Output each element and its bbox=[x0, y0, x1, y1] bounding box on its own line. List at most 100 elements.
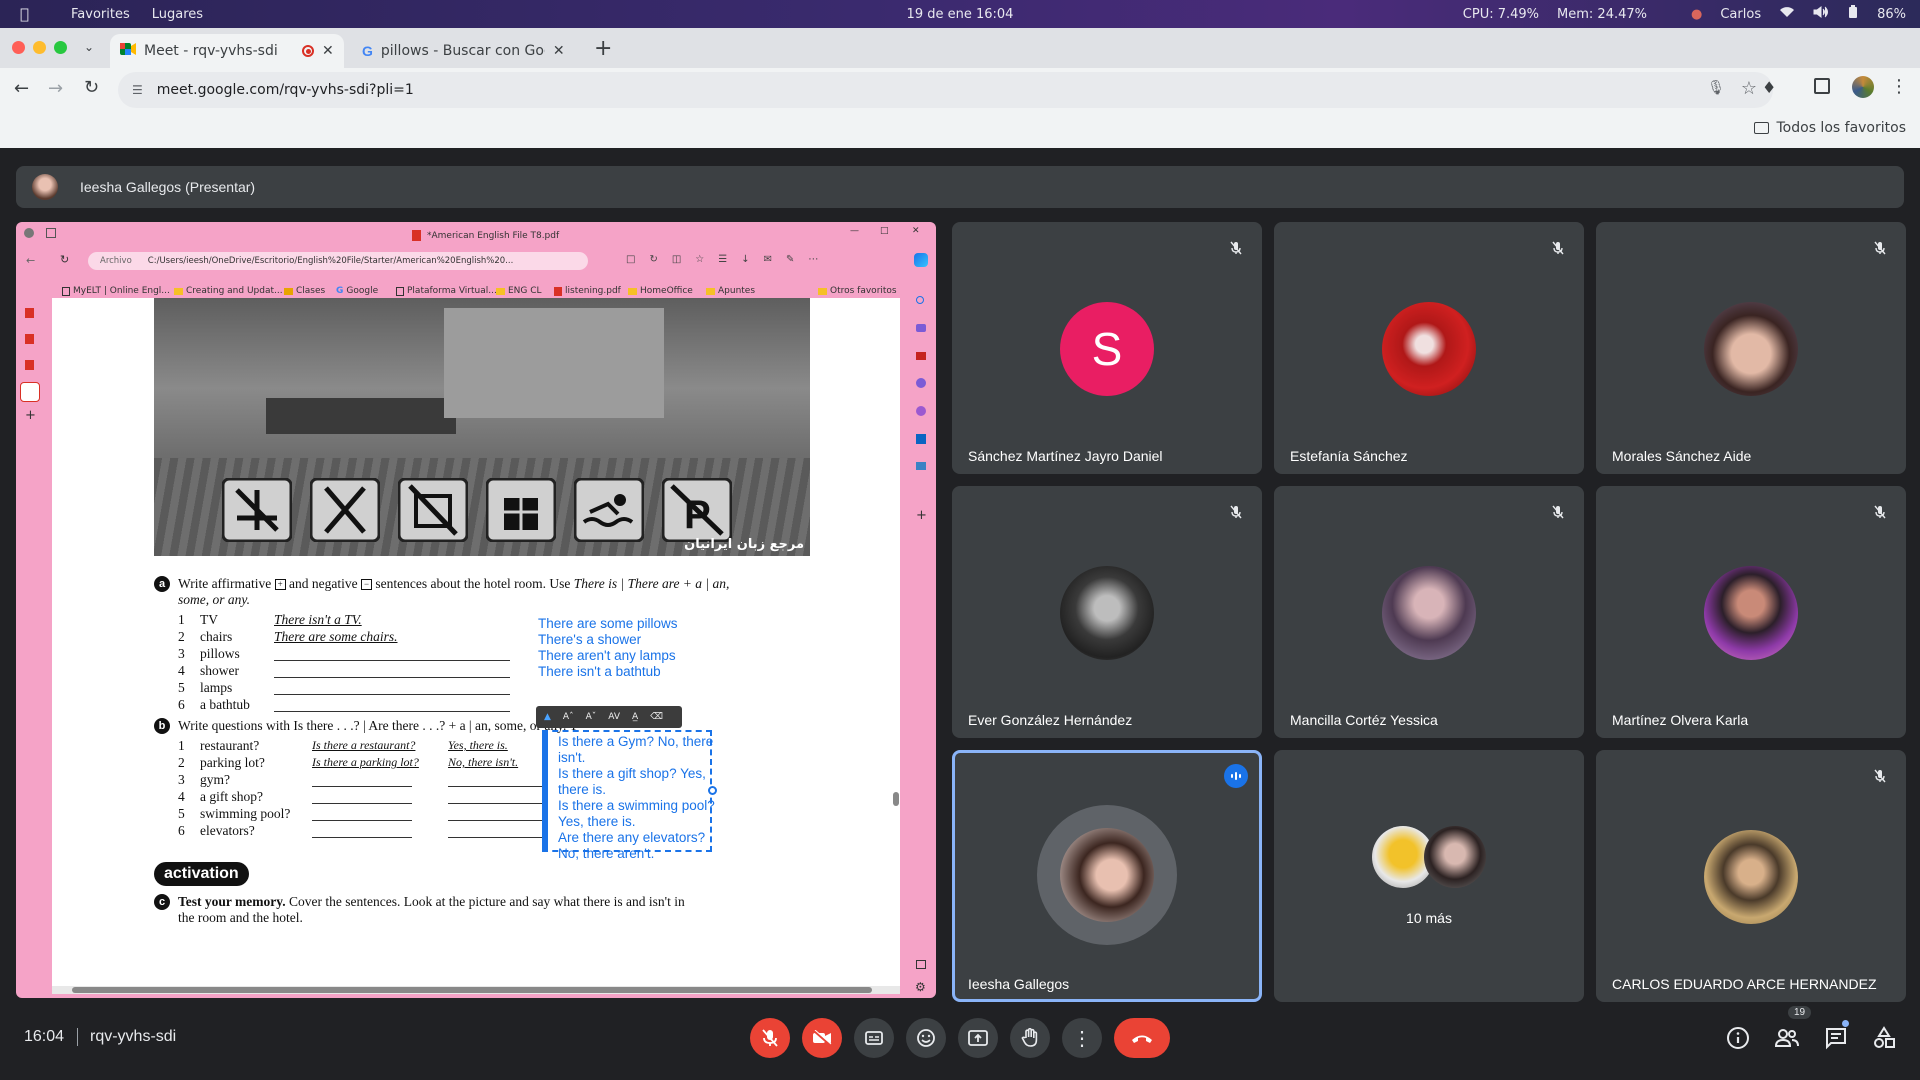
participant-tile[interactable]: Martínez Olvera Karla bbox=[1596, 486, 1906, 738]
maximize-window-button[interactable] bbox=[54, 41, 67, 54]
chat-icon bbox=[1826, 1028, 1846, 1050]
item-answer: Yes, there is. bbox=[448, 738, 508, 752]
add-icon: + bbox=[25, 408, 36, 423]
typed-line: Is there a swimming pool? bbox=[558, 798, 715, 813]
people-button[interactable]: 19 bbox=[1774, 1006, 1812, 1055]
instruction-part: sentences about the hotel room. Use bbox=[375, 576, 571, 591]
scroll-thumb[interactable] bbox=[893, 792, 899, 806]
reload-icon: ↻ bbox=[60, 253, 70, 266]
typed-line: Is there a gift shop? Yes, bbox=[558, 766, 706, 781]
activities-button[interactable] bbox=[1872, 1026, 1896, 1055]
reload-icon[interactable]: ↻ bbox=[84, 77, 99, 98]
participant-tile-speaking[interactable]: Ieesha Gallegos bbox=[952, 750, 1262, 1002]
item-number: 2 bbox=[178, 755, 185, 770]
raise-hand-button[interactable] bbox=[1010, 1018, 1050, 1058]
side-panel-icon[interactable] bbox=[1814, 78, 1830, 94]
volume-icon[interactable] bbox=[1813, 6, 1829, 22]
info-icon bbox=[1727, 1027, 1749, 1049]
exercise-a-letter: a bbox=[154, 576, 170, 592]
typed-line: No, there aren't. bbox=[558, 846, 655, 861]
all-bookmarks-label: Todos los favoritos bbox=[1776, 120, 1907, 136]
answer-line bbox=[312, 820, 412, 821]
microphone-icon[interactable]: 🎙 bbox=[1707, 80, 1725, 96]
participant-tile[interactable]: S Sánchez Martínez Jayro Daniel bbox=[952, 222, 1262, 474]
close-window-button[interactable] bbox=[12, 41, 25, 54]
bm-2-label: Clases bbox=[296, 286, 326, 296]
user-name[interactable]: Carlos bbox=[1720, 7, 1761, 22]
bookmark-star-icon[interactable]: ☆ bbox=[1741, 78, 1757, 99]
wifi-icon[interactable] bbox=[1779, 6, 1795, 22]
tab-meet[interactable]: Meet - rqv-yvhs-sdi ✕ bbox=[110, 34, 344, 68]
avatar bbox=[1704, 830, 1798, 924]
new-tab-button[interactable]: + bbox=[594, 36, 612, 61]
font-size-up-icon[interactable]: Aˆ bbox=[563, 712, 574, 722]
people-icon bbox=[916, 378, 926, 388]
back-icon[interactable]: ← bbox=[14, 78, 29, 99]
highlight-icon[interactable]: ▲ bbox=[544, 712, 551, 722]
hand-icon bbox=[1021, 1028, 1038, 1047]
avatar bbox=[1704, 566, 1798, 660]
meeting-details-button[interactable] bbox=[1726, 1026, 1750, 1055]
extensions-icon[interactable]: ♦ bbox=[1762, 78, 1776, 97]
instruction-part: There is | There are + a | an, bbox=[573, 576, 730, 591]
typed-line: Yes, there is. bbox=[558, 814, 636, 829]
text-color-icon[interactable]: A̲ bbox=[632, 712, 638, 722]
item-number: 6 bbox=[178, 697, 185, 712]
leave-call-button[interactable] bbox=[1114, 1018, 1170, 1058]
profile-avatar[interactable] bbox=[1852, 76, 1874, 98]
minus-box-icon: − bbox=[361, 579, 373, 591]
more-count: 10 más bbox=[1406, 910, 1452, 926]
tab-search-icon[interactable]: ⌄ bbox=[84, 40, 94, 54]
bm-6-label: listening.pdf bbox=[565, 286, 621, 296]
present-button[interactable] bbox=[958, 1018, 998, 1058]
more-participants-tile[interactable]: 10 más bbox=[1274, 750, 1584, 1002]
more-options-button[interactable]: ⋮ bbox=[1062, 1018, 1102, 1058]
spacing-icon[interactable]: AV bbox=[608, 712, 620, 722]
avatar bbox=[1060, 828, 1154, 922]
minimize-window-button[interactable] bbox=[33, 41, 46, 54]
participant-tile[interactable]: Morales Sánchez Aide bbox=[1596, 222, 1906, 474]
battery-icon[interactable] bbox=[1847, 5, 1859, 23]
pdf-horizontal-scrollbar[interactable] bbox=[52, 986, 900, 994]
menu-favorites[interactable]: Favorites bbox=[71, 7, 130, 22]
textbox-resize-handle[interactable] bbox=[708, 786, 717, 795]
chat-button[interactable] bbox=[1824, 1020, 1849, 1055]
pdf-tab-icon bbox=[25, 308, 34, 318]
pdf-vertical-scrollbar[interactable] bbox=[892, 298, 900, 986]
forward-icon[interactable]: → bbox=[48, 78, 63, 99]
answer-line bbox=[312, 803, 412, 804]
annotation-toolbar[interactable]: ▲ Aˆ Aˇ AV A̲ ⌫ bbox=[536, 706, 682, 728]
browser-menu-icon[interactable]: ⋮ bbox=[1890, 76, 1908, 97]
all-bookmarks[interactable]: Todos los favoritos bbox=[1753, 120, 1907, 136]
avatar-initial: S bbox=[1060, 302, 1154, 396]
participant-tile[interactable]: Mancilla Cortéz Yessica bbox=[1274, 486, 1584, 738]
reactions-button[interactable] bbox=[906, 1018, 946, 1058]
participant-name: Morales Sánchez Aide bbox=[1612, 448, 1752, 464]
participant-tile[interactable]: Ever González Hernández bbox=[952, 486, 1262, 738]
tab-google-search[interactable]: G pillows - Buscar con Goo ✕ bbox=[352, 34, 578, 68]
add-icon: + bbox=[916, 508, 927, 523]
participant-name: Ieesha Gallegos bbox=[968, 976, 1070, 992]
captions-button[interactable] bbox=[854, 1018, 894, 1058]
camera-off-button[interactable] bbox=[802, 1018, 842, 1058]
briefcase-icon bbox=[916, 352, 926, 360]
answer-line bbox=[448, 837, 548, 838]
apple-icon[interactable]:  bbox=[20, 5, 29, 23]
scroll-thumb[interactable] bbox=[72, 987, 872, 993]
close-tab-icon[interactable]: ✕ bbox=[553, 43, 565, 59]
table-shape bbox=[266, 398, 456, 434]
site-info-icon[interactable]: ☰ bbox=[132, 83, 143, 97]
mem-readout: Mem: 24.47% bbox=[1557, 6, 1648, 22]
address-bar[interactable]: ☰ meet.google.com/rqv-yvhs-sdi?pli=1 🎙 ☆ bbox=[118, 72, 1773, 108]
participant-tile[interactable]: Estefanía Sánchez bbox=[1274, 222, 1584, 474]
address-url[interactable]: meet.google.com/rqv-yvhs-sdi?pli=1 bbox=[157, 82, 414, 98]
delete-icon[interactable]: ⌫ bbox=[650, 712, 663, 722]
microphone-off-button[interactable] bbox=[750, 1018, 790, 1058]
menu-places[interactable]: Lugares bbox=[152, 7, 203, 22]
clock[interactable]: 19 de ene 16:04 bbox=[907, 7, 1014, 22]
participant-tile[interactable]: CARLOS EDUARDO ARCE HERNANDEZ bbox=[1596, 750, 1906, 1002]
microphone-status-icon[interactable]: ● bbox=[1691, 7, 1702, 22]
font-size-down-icon[interactable]: Aˇ bbox=[586, 712, 597, 722]
bm-3: G Google bbox=[336, 286, 378, 296]
close-tab-icon[interactable]: ✕ bbox=[322, 43, 334, 59]
